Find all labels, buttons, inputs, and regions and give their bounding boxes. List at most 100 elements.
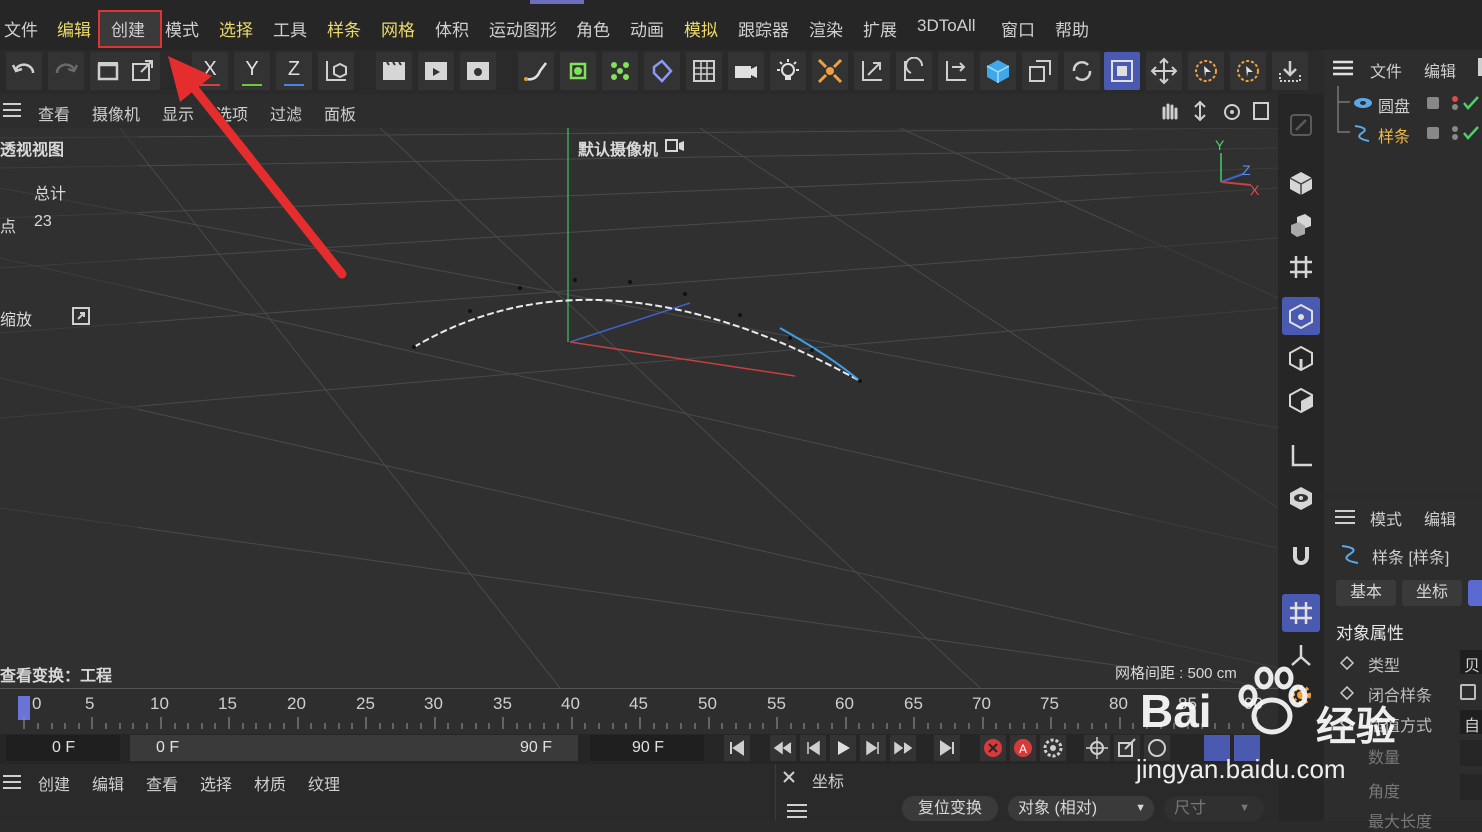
prev-frame-icon[interactable] — [800, 735, 826, 761]
snap-icon[interactable] — [1282, 536, 1320, 574]
tab-object-active[interactable] — [1468, 580, 1482, 606]
object-icon[interactable] — [560, 52, 596, 90]
menu-render[interactable]: 渲染 — [809, 16, 843, 41]
scale-tool-icon[interactable] — [1022, 52, 1058, 90]
frame-range-slider[interactable]: 0 F 90 F — [130, 735, 578, 761]
field-type-select[interactable]: 贝 — [1460, 650, 1482, 675]
menu-character[interactable]: 角色 — [576, 16, 610, 41]
om-menu-edit[interactable]: 编辑 — [1424, 58, 1456, 82]
scale-icon[interactable] — [854, 52, 890, 90]
go-to-start-icon[interactable] — [724, 735, 750, 761]
field-interpolation-select[interactable]: 自 — [1460, 710, 1482, 735]
material-menu-texture[interactable]: 纹理 — [308, 771, 340, 795]
am-menu-mode[interactable]: 模式 — [1370, 506, 1402, 530]
tab-basic[interactable]: 基本 — [1336, 580, 1396, 606]
object-spline-name[interactable]: 样条 — [1378, 123, 1410, 147]
points-mode-icon[interactable] — [1282, 297, 1320, 335]
render-settings-icon[interactable] — [460, 52, 496, 90]
coord-mode-select[interactable]: 对象 (相对) ▼ — [1008, 796, 1154, 821]
menu-edit[interactable]: 编辑 — [57, 16, 91, 41]
move-icon[interactable] — [938, 52, 974, 90]
menu-extensions[interactable]: 扩展 — [863, 16, 897, 41]
close-icon[interactable] — [782, 770, 796, 784]
move-key-icon[interactable] — [1084, 735, 1110, 761]
polygons-mode-icon[interactable] — [1282, 381, 1320, 419]
material-menu-icon[interactable] — [2, 772, 22, 792]
model-mode-icon[interactable] — [1282, 164, 1320, 202]
field-count-input[interactable] — [1460, 740, 1482, 766]
viewport-menu-camera[interactable]: 摄像机 — [92, 101, 140, 125]
attribute-manager-menu-icon[interactable] — [1334, 507, 1356, 527]
edges-mode-icon[interactable] — [1282, 339, 1320, 377]
material-menu-create[interactable]: 创建 — [38, 771, 70, 795]
menu-create[interactable]: 创建 — [111, 16, 145, 41]
key-settings-icon[interactable] — [1040, 735, 1066, 761]
object-manager-menu-icon[interactable] — [1332, 58, 1354, 78]
loop-select-icon[interactable] — [1230, 52, 1266, 90]
external-icon[interactable] — [124, 52, 160, 90]
hamburger-icon[interactable] — [2, 100, 22, 120]
menu-animate[interactable]: 动画 — [630, 16, 664, 41]
camera-icon[interactable] — [728, 52, 764, 90]
live-select-icon[interactable] — [1188, 52, 1224, 90]
zoom-reset-icon[interactable] — [70, 305, 92, 327]
axis-mode-icon[interactable] — [1282, 437, 1320, 475]
menu-tools[interactable]: 工具 — [273, 16, 307, 41]
workplane-icon[interactable] — [1282, 248, 1320, 286]
menu-mograph[interactable]: 运动图形 — [489, 16, 557, 41]
undo-icon[interactable] — [6, 52, 42, 90]
next-key-icon[interactable] — [890, 735, 916, 761]
object-disc-name[interactable]: 圆盘 — [1378, 93, 1410, 117]
light-icon[interactable] — [770, 52, 806, 90]
rotate-tool-icon[interactable] — [1064, 52, 1100, 90]
play-icon[interactable] — [830, 735, 856, 761]
menu-mesh[interactable]: 网格 — [381, 16, 415, 41]
menu-3dtoall[interactable]: 3DToAll — [917, 16, 976, 36]
keyframe-diamond-icon[interactable] — [1339, 655, 1355, 671]
menu-mode[interactable]: 模式 — [165, 16, 199, 41]
menu-simulate[interactable]: 模拟 — [684, 16, 718, 41]
menu-file[interactable]: 文件 — [4, 16, 38, 41]
render-icon[interactable] — [418, 52, 454, 90]
explode-icon[interactable] — [812, 52, 848, 90]
move-tool-icon[interactable] — [1146, 52, 1182, 90]
go-to-end-icon[interactable] — [934, 735, 960, 761]
am-menu-edit[interactable]: 编辑 — [1424, 506, 1456, 530]
reset-transform-button[interactable]: 复位变换 — [902, 796, 998, 821]
grid-icon[interactable] — [686, 52, 722, 90]
menu-select[interactable]: 选择 — [219, 16, 253, 41]
menu-tracker[interactable]: 跟踪器 — [738, 16, 789, 41]
menu-window[interactable]: 窗口 — [1001, 16, 1035, 41]
menu-volume[interactable]: 体积 — [435, 16, 469, 41]
deformer-icon[interactable] — [644, 52, 680, 90]
material-menu-edit[interactable]: 编辑 — [92, 771, 124, 795]
field-angle-input[interactable] — [1460, 774, 1482, 800]
tab-coord[interactable]: 坐标 — [1402, 580, 1462, 606]
download-icon[interactable] — [1272, 52, 1308, 90]
edit-mode-icon[interactable] — [1282, 106, 1320, 144]
next-frame-icon[interactable] — [860, 735, 886, 761]
autokey-icon[interactable]: A — [1010, 735, 1036, 761]
coord-menu-icon[interactable] — [786, 802, 808, 820]
rotate-icon[interactable] — [896, 52, 932, 90]
material-menu-view[interactable]: 查看 — [146, 771, 178, 795]
current-frame-field[interactable]: 0 F — [6, 735, 120, 761]
close-spline-checkbox[interactable] — [1460, 684, 1476, 700]
snap-grid-icon[interactable] — [1282, 594, 1320, 632]
redo-icon[interactable] — [48, 52, 84, 90]
om-menu-file[interactable]: 文件 — [1370, 58, 1402, 82]
spline-pen-icon[interactable] — [518, 52, 554, 90]
object-disc-flags[interactable] — [1426, 95, 1482, 111]
viewport-menu-view[interactable]: 查看 — [38, 101, 70, 125]
select-tool-icon[interactable] — [1104, 52, 1140, 90]
render-view-icon[interactable] — [376, 52, 412, 90]
menu-spline[interactable]: 样条 — [327, 16, 361, 41]
material-menu-material[interactable]: 材质 — [254, 771, 286, 795]
coord-size-select[interactable]: 尺寸 ▼ — [1164, 796, 1264, 821]
solo-view-icon[interactable] — [1282, 479, 1320, 517]
end-frame-field[interactable]: 90 F — [590, 735, 704, 761]
object-spline-flags[interactable] — [1426, 125, 1482, 141]
cloner-icon[interactable] — [602, 52, 638, 90]
menu-help[interactable]: 帮助 — [1055, 16, 1089, 41]
record-icon[interactable] — [980, 735, 1006, 761]
